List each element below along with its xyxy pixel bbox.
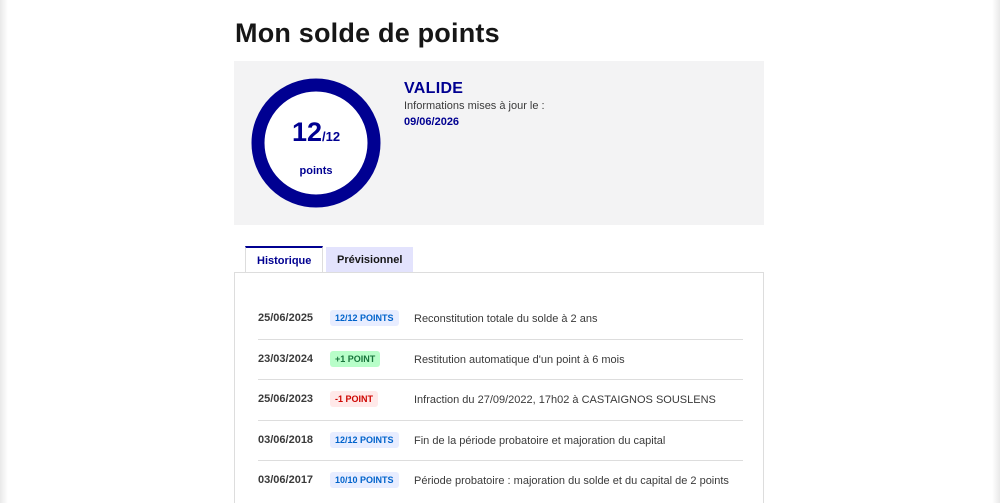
points-badge: 12/12 POINTS bbox=[330, 310, 399, 326]
history-date: 03/06/2018 bbox=[258, 433, 314, 446]
points-ring: 12/12 points bbox=[250, 77, 382, 209]
left-shadow bbox=[0, 0, 8, 503]
history-row: 23/03/2024 +1 POINT Restitution automati… bbox=[258, 340, 743, 380]
points-badge: -1 POINT bbox=[330, 391, 379, 407]
update-label: Informations mises à jour le : bbox=[404, 100, 545, 112]
points-max: /12 bbox=[321, 129, 341, 144]
page-title: Mon solde de points bbox=[235, 18, 500, 48]
status-title: VALIDE bbox=[404, 80, 464, 97]
points-current: 12 bbox=[291, 117, 322, 147]
history-list: 25/06/2025 12/12 POINTS Reconstitution t… bbox=[258, 299, 743, 502]
history-date: 23/03/2024 bbox=[258, 352, 314, 365]
update-date: 09/06/2026 bbox=[404, 116, 460, 128]
history-panel: 25/06/2025 12/12 POINTS Reconstitution t… bbox=[234, 272, 764, 503]
points-badge: 12/12 POINTS bbox=[330, 431, 399, 448]
history-date: 25/06/2025 bbox=[258, 312, 314, 324]
history-row: 03/06/2017 10/10 POINTS Période probatoi… bbox=[258, 461, 743, 502]
points-unit: points bbox=[299, 165, 333, 177]
points-badge: +1 POINT bbox=[330, 350, 381, 367]
points-value: 12/12 bbox=[250, 117, 382, 148]
history-row: 25/06/2023 -1 POINT Infraction du 27/09/… bbox=[258, 380, 743, 421]
page: Mon solde de points 12/12 points VALIDE … bbox=[0, 0, 1000, 503]
history-description: Reconstitution totale du solde à 2 ans bbox=[414, 313, 598, 325]
history-row: 25/06/2025 12/12 POINTS Reconstitution t… bbox=[258, 299, 743, 340]
right-shadow bbox=[992, 0, 1000, 503]
points-badge: 10/10 POINTS bbox=[330, 472, 399, 488]
history-date: 03/06/2017 bbox=[258, 474, 314, 486]
history-description: Période probatoire : majoration du solde… bbox=[414, 475, 729, 487]
history-description: Fin de la période probatoire et majorati… bbox=[414, 434, 666, 447]
history-row: 03/06/2018 12/12 POINTS Fin de la périod… bbox=[258, 421, 743, 461]
history-description: Restitution automatique d'un point à 6 m… bbox=[414, 353, 625, 366]
history-date: 25/06/2023 bbox=[258, 393, 314, 405]
balance-card: 12/12 points VALIDE Informations mises à… bbox=[234, 61, 764, 225]
tab-previsionnel[interactable]: Prévisionnel bbox=[326, 247, 414, 273]
history-description: Infraction du 27/09/2022, 17h02 à CASTAI… bbox=[414, 394, 716, 406]
tab-historique[interactable]: Historique bbox=[245, 246, 324, 272]
